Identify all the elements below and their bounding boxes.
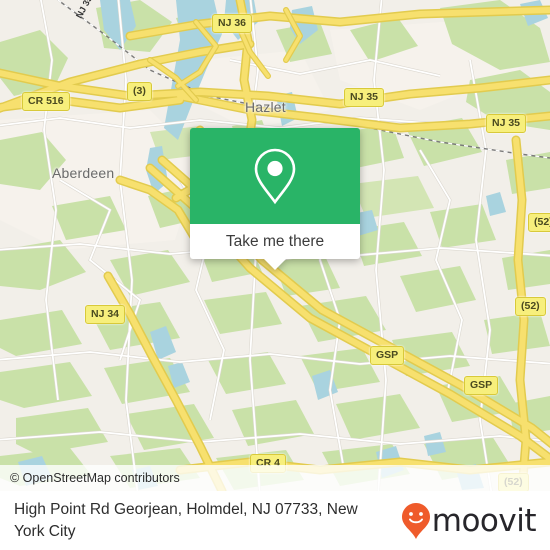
road-shield-gsp-b[interactable]: GSP <box>464 376 499 395</box>
location-popup-card[interactable]: Take me there <box>190 128 360 270</box>
address-text: High Point Rd Georjean, Holmdel, NJ 0773… <box>14 500 358 540</box>
road-shield-nj35-b[interactable]: NJ 35 <box>486 114 527 133</box>
moovit-pin-icon <box>401 502 430 539</box>
road-shield-nj36[interactable]: NJ 36 <box>212 14 253 33</box>
moovit-map-page: .park { fill:#c9e1a8; } .park2 { fill:#d… <box>0 0 550 550</box>
road-shield-52-b[interactable]: (52) <box>515 297 546 316</box>
moovit-wordmark: moovit <box>431 502 537 539</box>
map-attribution: © OpenStreetMap contributors <box>0 465 550 491</box>
popup-footer[interactable]: Take me there <box>190 224 360 270</box>
road-shield-exit-3[interactable]: (3) <box>127 82 152 101</box>
road-shield-52-a[interactable]: (52) <box>528 213 550 232</box>
road-shield-nj35-a[interactable]: NJ 35 <box>344 88 385 107</box>
popup-header <box>190 128 360 224</box>
take-me-there-label: Take me there <box>225 232 325 250</box>
map-pin-icon <box>254 148 296 205</box>
attribution-text: © OpenStreetMap contributors <box>10 471 180 485</box>
map-canvas[interactable]: .park { fill:#c9e1a8; } .park2 { fill:#d… <box>0 0 550 491</box>
moovit-brand[interactable]: moovit <box>401 502 537 540</box>
popup-pointer-tail <box>264 259 286 270</box>
road-shield-gsp-a[interactable]: GSP <box>370 346 405 365</box>
page-footer: High Point Rd Georjean, Holmdel, NJ 0773… <box>0 491 550 550</box>
road-shield-cr516[interactable]: CR 516 <box>22 92 70 111</box>
road-shield-nj34[interactable]: NJ 34 <box>85 305 126 324</box>
